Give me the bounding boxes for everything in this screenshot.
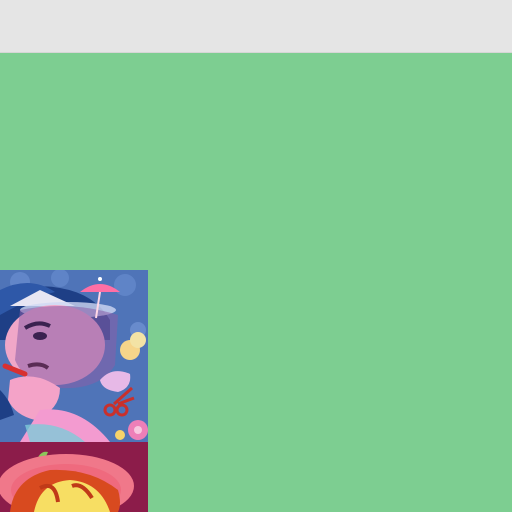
gallery-thumbnail-1[interactable] <box>0 270 148 442</box>
top-toolbar <box>0 0 512 53</box>
gallery-thumbnail-2[interactable] <box>0 442 148 512</box>
illustration-person-with-red-hat-icon <box>0 442 148 512</box>
illustration-person-with-umbrella-drink-icon <box>0 270 148 442</box>
